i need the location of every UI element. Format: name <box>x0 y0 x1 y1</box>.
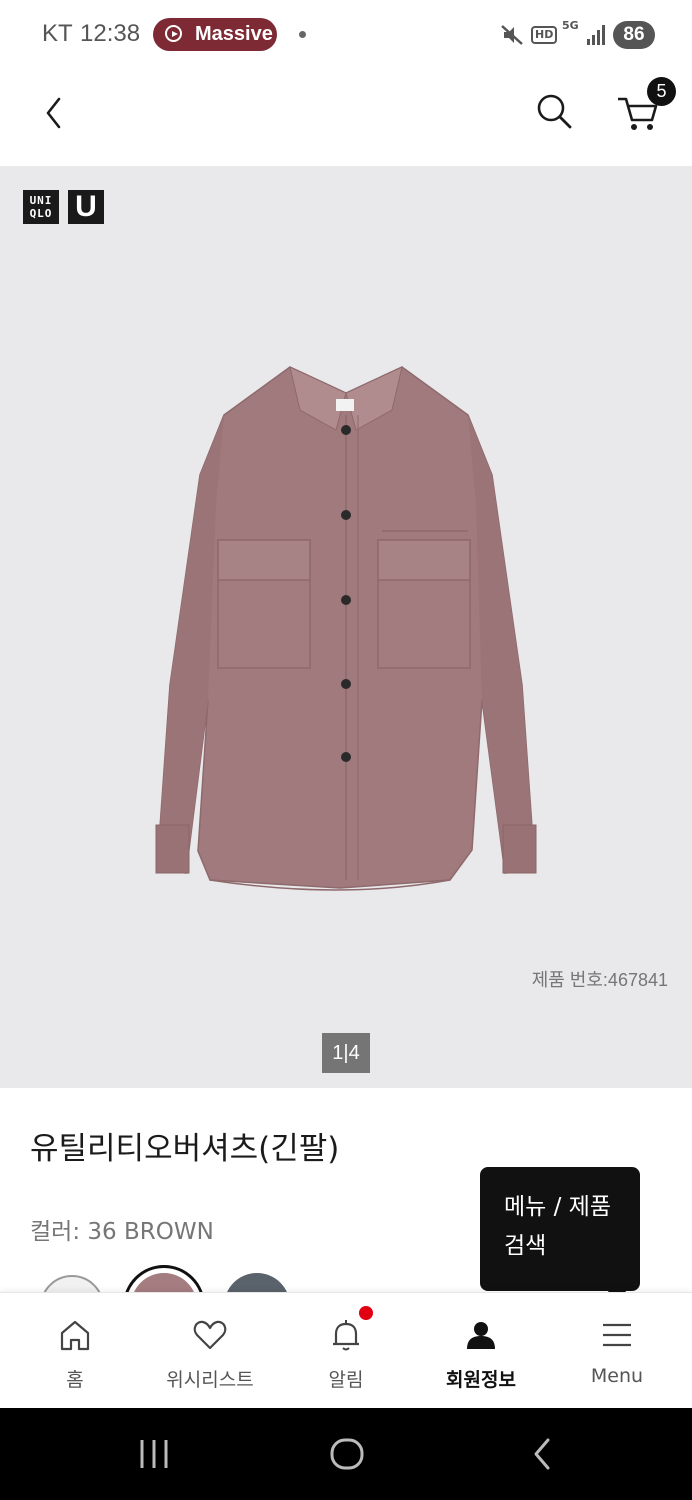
nav-menu-label: Menu <box>590 1365 644 1387</box>
system-back-icon[interactable] <box>522 1436 562 1472</box>
hd-icon: HD <box>531 26 558 44</box>
nav-member-info[interactable]: 회원정보 <box>412 1293 550 1409</box>
nav-notifications[interactable]: 알림 <box>277 1293 415 1409</box>
mute-icon <box>501 25 523 45</box>
nav-wishlist-label: 위시리스트 <box>166 1369 254 1391</box>
bottom-nav: 홈 위시리스트 알림 회원정보 Menu <box>0 1292 692 1409</box>
recent-apps-icon[interactable] <box>132 1436 176 1472</box>
media-chip-label: Massive <box>195 23 273 45</box>
cart-count-badge: 5 <box>647 77 676 106</box>
product-title: 유틸리티오버셔츠(긴팔) <box>30 1131 340 1167</box>
nav-member-info-label: 회원정보 <box>446 1369 516 1391</box>
status-bar: KT 12:38 Massive HD 5G 86 <box>0 0 692 70</box>
menu-icon <box>603 1323 631 1347</box>
search-icon[interactable] <box>530 88 580 138</box>
tooltip-line-1: 메뉴 / 제품 <box>504 1194 612 1220</box>
media-chip[interactable]: Massive <box>153 18 277 51</box>
system-nav-bar <box>0 1408 692 1500</box>
uniqlo-logo: UNI QLO <box>23 190 59 224</box>
product-number: 제품 번호:467841 <box>531 970 668 990</box>
signal-icon <box>587 25 605 45</box>
nav-notifications-label: 알림 <box>328 1369 364 1391</box>
clock-time: 12:38 <box>80 20 141 47</box>
back-button[interactable] <box>30 90 80 140</box>
nav-menu[interactable]: Menu <box>548 1293 686 1409</box>
home-circle-icon[interactable] <box>326 1436 368 1472</box>
nav-home-label: 홈 <box>66 1369 84 1391</box>
home-icon <box>60 1320 90 1351</box>
selected-color-label: 컬러: 36 BROWN <box>30 1219 214 1245</box>
notification-badge <box>359 1306 373 1320</box>
heart-icon <box>193 1320 227 1350</box>
menu-search-tooltip[interactable]: 메뉴 / 제품 검색 <box>480 1167 640 1291</box>
nav-wishlist[interactable]: 위시리스트 <box>141 1293 279 1409</box>
tooltip-line-2: 검색 <box>504 1233 547 1259</box>
product-image <box>155 366 537 891</box>
person-icon <box>467 1322 495 1349</box>
uniqlo-u-logo: U <box>68 190 104 224</box>
play-circle-icon <box>165 25 182 42</box>
battery-indicator: 86 <box>613 21 655 49</box>
bell-icon <box>333 1320 359 1351</box>
carrier-label: KT <box>42 20 73 47</box>
notification-dot-icon <box>299 31 306 38</box>
image-pager: 1|4 <box>322 1033 370 1073</box>
app-header <box>0 70 692 166</box>
nav-home[interactable]: 홈 <box>6 1293 144 1409</box>
5g-icon: 5G <box>562 19 579 32</box>
